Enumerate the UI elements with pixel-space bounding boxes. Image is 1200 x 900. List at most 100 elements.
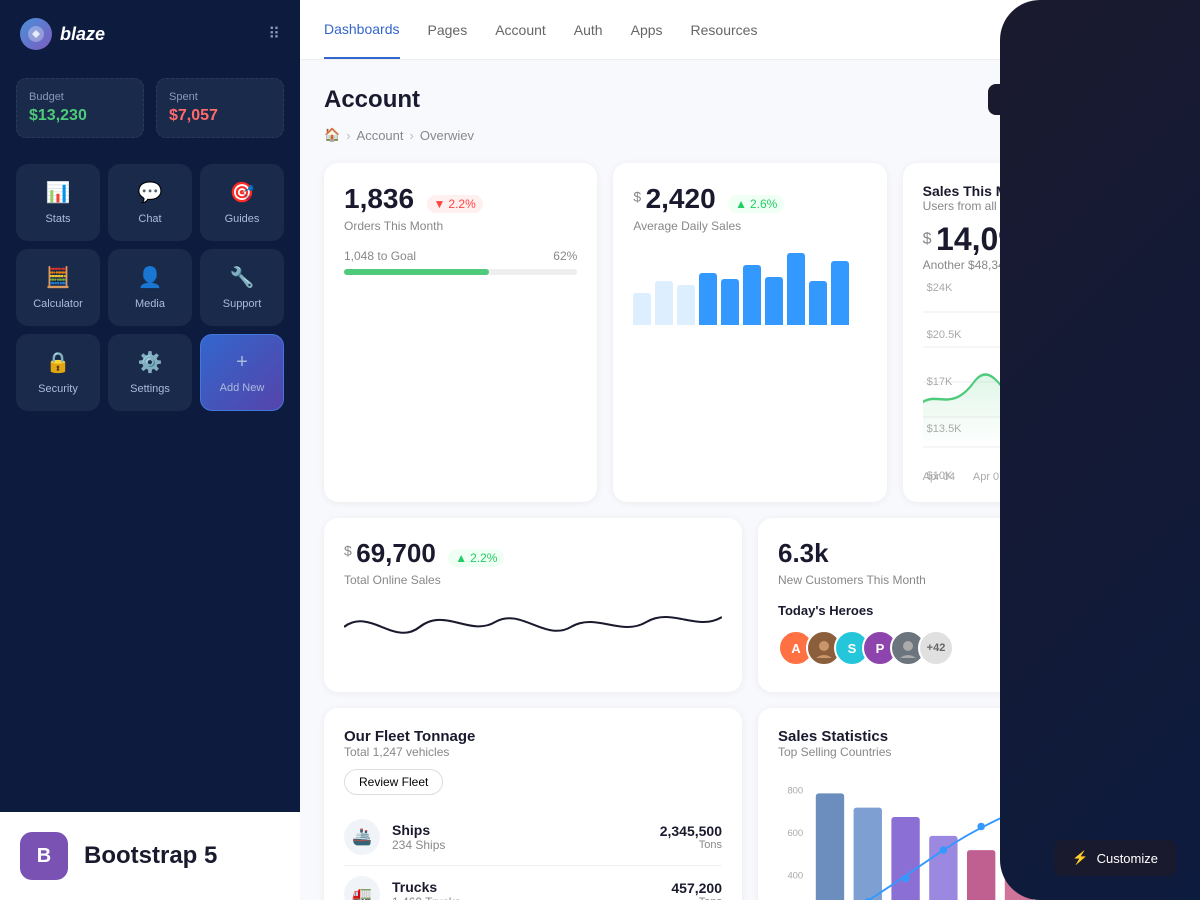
budget-value: $13,230 bbox=[29, 107, 131, 125]
progress-label: 1,048 to Goal bbox=[344, 249, 416, 263]
sidebar-item-settings[interactable]: ⚙️ Settings bbox=[108, 334, 192, 411]
orders-progress: 1,048 to Goal 62% bbox=[344, 249, 577, 275]
calculator-icon: 🧮 bbox=[46, 265, 71, 290]
trucks-tons: 457,200 bbox=[671, 880, 722, 896]
sidebar-item-guides[interactable]: 🎯 Guides bbox=[200, 164, 284, 241]
budget-section: Budget $13,230 Spent $7,057 bbox=[0, 68, 300, 148]
customize-button[interactable]: ⚡ Customize bbox=[1054, 840, 1176, 876]
sidebar-item-label-guides: Guides bbox=[225, 213, 260, 225]
bar-1 bbox=[633, 293, 651, 325]
sidebar-item-security[interactable]: 🔒 Security bbox=[16, 334, 100, 411]
ships-icon: 🚢 bbox=[344, 819, 380, 855]
online-dollar: $ bbox=[344, 543, 352, 559]
daily-sales-change: ▲ 2.6% bbox=[728, 195, 784, 213]
sidebar-item-calculator[interactable]: 🧮 Calculator bbox=[16, 249, 100, 326]
sidebar-item-media[interactable]: 👤 Media bbox=[108, 249, 192, 326]
online-change-val: 2.2% bbox=[470, 551, 497, 565]
bar-5 bbox=[721, 279, 739, 325]
orders-progress-header: 1,048 to Goal 62% bbox=[344, 249, 577, 263]
wave-chart bbox=[344, 587, 722, 667]
sidebar-item-label-stats: Stats bbox=[45, 213, 70, 225]
review-fleet-button[interactable]: Review Fleet bbox=[344, 769, 443, 795]
online-sales-label: Total Online Sales bbox=[344, 573, 722, 587]
spent-label: Spent bbox=[169, 91, 271, 103]
dark-overlay bbox=[1000, 0, 1200, 900]
y-label-4: $13.5K bbox=[927, 423, 962, 435]
sidebar-item-chat[interactable]: 💬 Chat bbox=[108, 164, 192, 241]
orders-card: 1,836 ▼ 2.2% Orders This Month 1,048 to … bbox=[324, 163, 597, 502]
up-arrow-icon: ▲ bbox=[735, 197, 747, 211]
bootstrap-icon: B bbox=[20, 832, 68, 880]
mini-bar-chart bbox=[633, 245, 866, 325]
new-customers-value: 6.3k bbox=[778, 538, 829, 568]
breadcrumb-overwiev: Overwiev bbox=[420, 128, 474, 143]
down-arrow-icon: ▼ bbox=[434, 197, 446, 211]
trucks-name: Trucks bbox=[392, 879, 461, 895]
daily-sales-row: $ 2,420 ▲ 2.6% bbox=[633, 183, 866, 215]
trucks-icon: 🚛 bbox=[344, 876, 380, 900]
ships-value: 2,345,500 Tons bbox=[660, 823, 722, 851]
fleet-row-trucks: 🚛 Trucks 1,460 Trucks 457,200 Tons bbox=[344, 866, 722, 900]
chat-icon: 💬 bbox=[138, 180, 163, 205]
add-new-icon: + bbox=[236, 351, 248, 374]
nav-apps[interactable]: Apps bbox=[631, 2, 663, 58]
bar-6 bbox=[743, 265, 761, 325]
sidebar-bottom: B Bootstrap 5 bbox=[0, 812, 300, 900]
bar-10 bbox=[831, 261, 849, 325]
breadcrumb-account[interactable]: Account bbox=[357, 128, 404, 143]
fleet-card: Our Fleet Tonnage Total 1,247 vehicles R… bbox=[324, 708, 742, 900]
sidebar-item-stats[interactable]: 📊 Stats bbox=[16, 164, 100, 241]
sidebar-menu-icon[interactable]: ⠿ bbox=[268, 24, 280, 44]
breadcrumb-home-icon: 🏠 bbox=[324, 127, 340, 143]
sidebar-item-support[interactable]: 🔧 Support bbox=[200, 249, 284, 326]
ships-info: Ships 234 Ships bbox=[392, 822, 445, 852]
chart-y-labels: $24K $20.5K $17K $13.5K $10K bbox=[923, 282, 966, 482]
bootstrap-label: Bootstrap 5 bbox=[84, 842, 217, 870]
dollar-sign: $ bbox=[633, 189, 641, 205]
settings-icon: ⚙️ bbox=[138, 350, 163, 375]
trucks-value: 457,200 Tons bbox=[671, 880, 722, 900]
spent-card: Spent $7,057 bbox=[156, 78, 284, 138]
sidebar-item-label-calculator: Calculator bbox=[33, 298, 83, 310]
nav-auth[interactable]: Auth bbox=[574, 2, 603, 58]
y-label-5: $10K bbox=[927, 470, 962, 482]
progress-bar bbox=[344, 269, 577, 275]
nav-dashboards[interactable]: Dashboards bbox=[324, 1, 400, 59]
daily-change-val: 2.6% bbox=[750, 197, 777, 211]
trucks-count: 1,460 Trucks bbox=[392, 895, 461, 900]
nav-account[interactable]: Account bbox=[495, 2, 546, 58]
bar-9 bbox=[809, 281, 827, 325]
support-icon: 🔧 bbox=[230, 265, 255, 290]
fleet-row-ships: 🚢 Ships 234 Ships 2,345,500 Tons bbox=[344, 809, 722, 866]
logo: blaze bbox=[20, 18, 105, 50]
sidebar-item-label-add-new: Add New bbox=[220, 382, 265, 394]
nav-links: Dashboards Pages Account Auth Apps Resou… bbox=[324, 1, 757, 59]
sidebar-item-label-security: Security bbox=[38, 383, 78, 395]
sidebar-header: blaze ⠿ bbox=[0, 0, 300, 68]
online-sales-row: $ 69,700 ▲ 2.2% bbox=[344, 538, 722, 569]
ships-unit: Tons bbox=[660, 839, 722, 851]
y-label-3: $17K bbox=[927, 376, 962, 388]
bar-8 bbox=[787, 253, 805, 325]
hero-avatar-more: +42 bbox=[918, 630, 954, 666]
budget-card: Budget $13,230 bbox=[16, 78, 144, 138]
online-sales-card: $ 69,700 ▲ 2.2% Total Online Sales bbox=[324, 518, 742, 692]
progress-fill bbox=[344, 269, 489, 275]
svg-text:800: 800 bbox=[787, 785, 803, 796]
nav-pages[interactable]: Pages bbox=[428, 2, 468, 58]
fleet-subtitle: Total 1,247 vehicles bbox=[344, 745, 722, 759]
orders-change-val: 2.2% bbox=[448, 197, 475, 211]
bar-3 bbox=[677, 285, 695, 325]
sidebar-item-add-new[interactable]: + Add New bbox=[200, 334, 284, 411]
customize-icon: ⚡ bbox=[1072, 850, 1088, 866]
guides-icon: 🎯 bbox=[230, 180, 255, 205]
stats-icon: 📊 bbox=[46, 180, 71, 205]
daily-sales-card: $ 2,420 ▲ 2.6% Average Daily Sales bbox=[613, 163, 886, 502]
nav-resources[interactable]: Resources bbox=[691, 2, 758, 58]
trucks-unit: Tons bbox=[671, 896, 722, 900]
y-label-2: $20.5K bbox=[927, 329, 962, 341]
sidebar-item-label-support: Support bbox=[223, 298, 262, 310]
svg-text:600: 600 bbox=[787, 828, 803, 839]
nav-grid: 📊 Stats 💬 Chat 🎯 Guides 🧮 Calculator 👤 M… bbox=[0, 148, 300, 427]
spent-value: $7,057 bbox=[169, 107, 271, 125]
